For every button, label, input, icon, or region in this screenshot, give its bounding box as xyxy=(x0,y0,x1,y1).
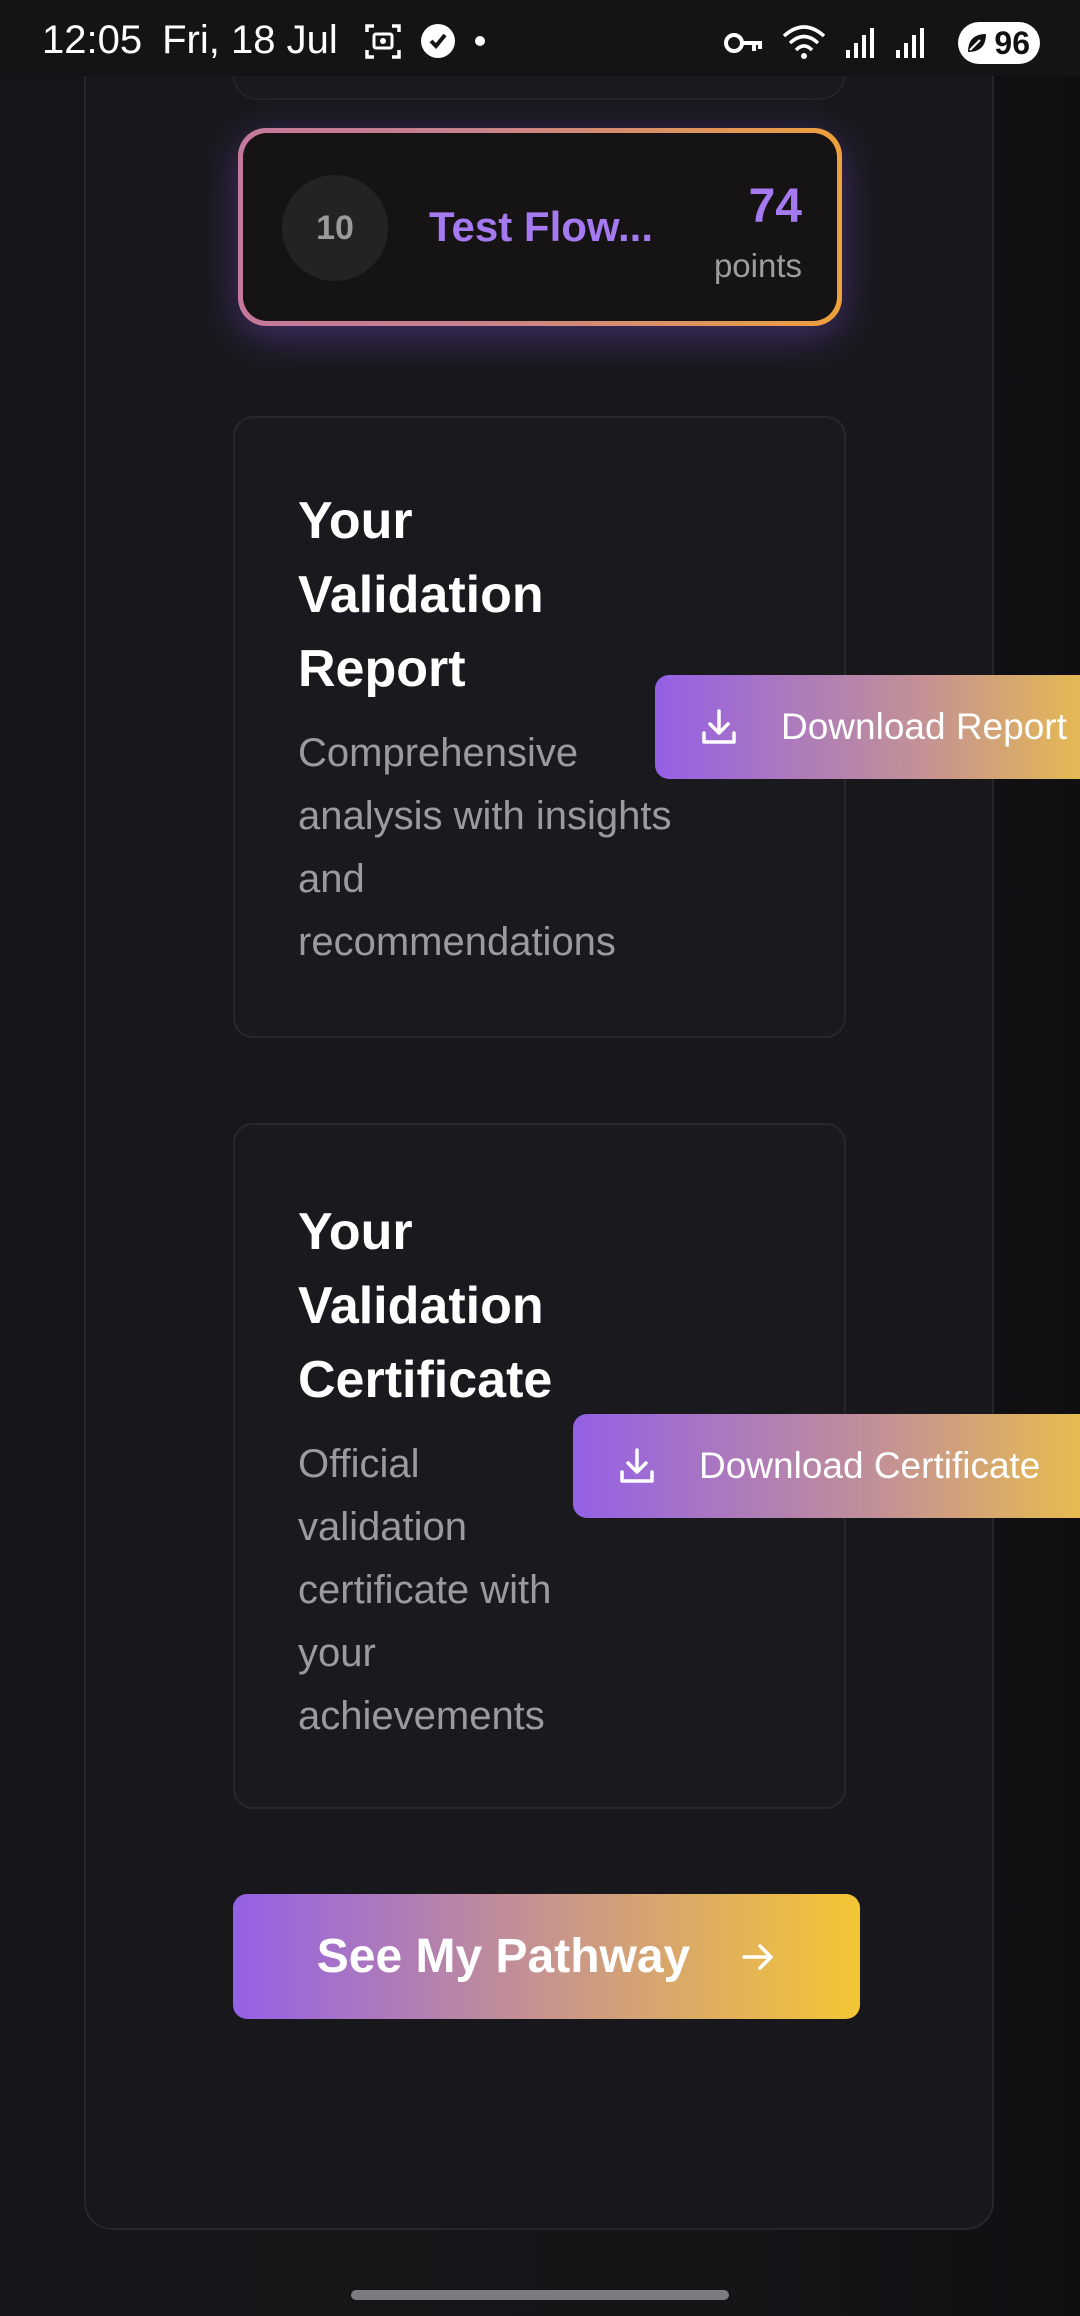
vpn-key-icon xyxy=(724,29,764,57)
certificate-description: Official validation certificate with you… xyxy=(298,1442,552,1738)
participant-name: Test Flow... xyxy=(429,203,654,250)
signal-icon xyxy=(844,26,876,60)
battery-leaf-icon xyxy=(968,34,987,52)
arrow-right-icon xyxy=(740,1939,776,1975)
home-indicator[interactable] xyxy=(351,2290,729,2300)
see-my-pathway-label: See My Pathway xyxy=(316,1930,691,1983)
points-label: points xyxy=(713,247,802,284)
battery-indicator: 96 xyxy=(958,22,1040,64)
download-icon xyxy=(699,707,739,747)
download-report-label: Download Report xyxy=(781,706,1067,747)
status-bar: 12:05 Fri, 18 Jul 96 xyxy=(0,0,1080,76)
screenshot-icon xyxy=(364,22,402,60)
certificate-title: Your Validation Certificate xyxy=(298,1203,553,1409)
battery-level: 96 xyxy=(994,24,1030,61)
download-icon xyxy=(617,1446,657,1486)
leaderboard-row-current-user[interactable]: 10 Test Flow... 74 points xyxy=(238,128,842,326)
download-certificate-button[interactable]: Download Certificate xyxy=(573,1414,1080,1518)
download-report-button[interactable]: Download Report xyxy=(655,675,1080,779)
leaderboard-row-inner: 10 Test Flow... 74 points xyxy=(243,133,837,321)
signal-icon xyxy=(894,26,926,60)
rank-badge: 10 xyxy=(282,175,388,281)
status-time: 12:05 xyxy=(42,18,143,62)
screen: 12:05 Fri, 18 Jul 96 10 Test Flow... 74 … xyxy=(0,0,1080,2316)
status-bar-left: 12:05 Fri, 18 Jul xyxy=(42,18,504,63)
status-date: Fri, 18 Jul xyxy=(162,18,338,62)
check-badge-icon xyxy=(420,23,456,59)
points-value: 74 xyxy=(748,180,802,233)
report-title: Your Validation Report xyxy=(298,492,544,698)
dot-icon xyxy=(474,35,486,47)
status-bar-right: 96 xyxy=(724,22,1040,64)
download-certificate-label: Download Certificate xyxy=(699,1445,1041,1486)
see-my-pathway-button[interactable]: See My Pathway xyxy=(233,1894,860,2019)
report-description: Comprehensive analysis with insights and… xyxy=(298,731,672,964)
wifi-icon xyxy=(782,24,826,62)
